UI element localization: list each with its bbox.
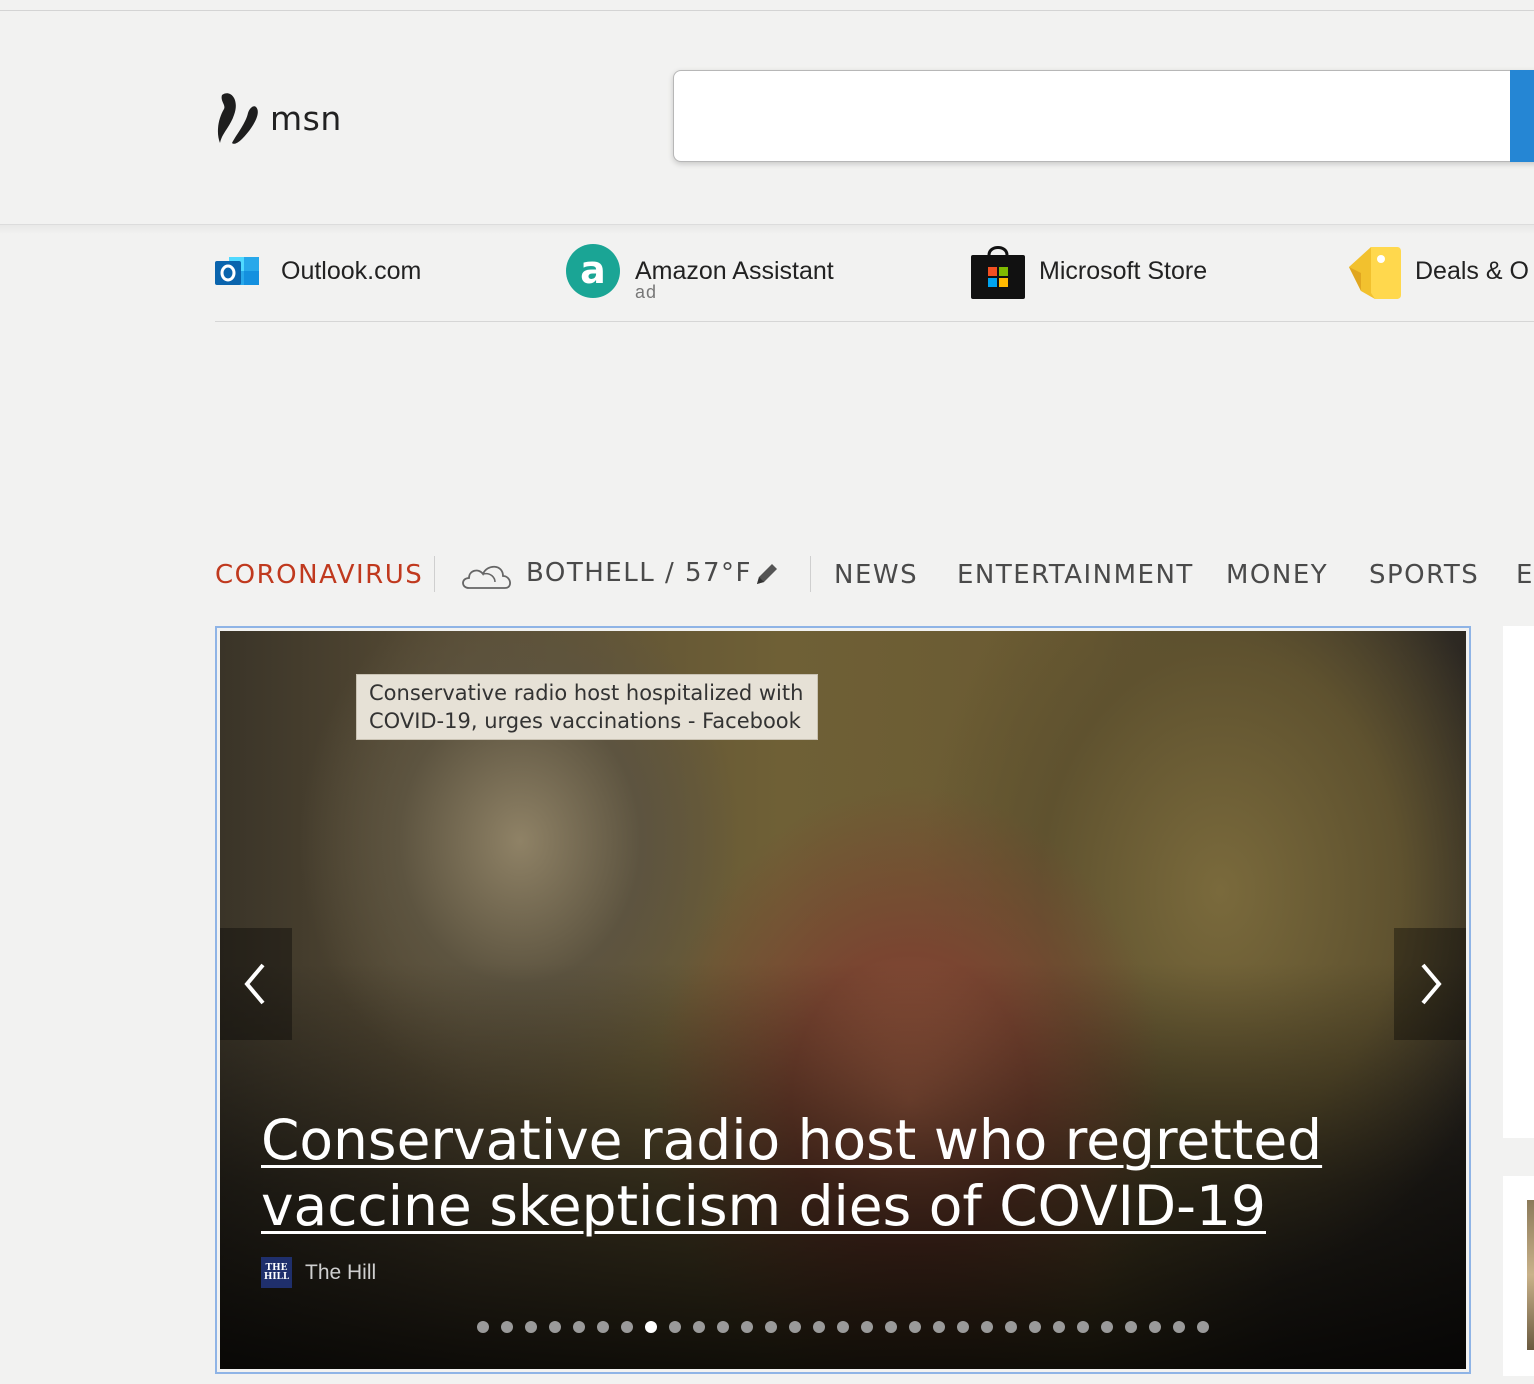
- side-card-thumbnail: [1527, 1200, 1534, 1350]
- hero-carousel[interactable]: Conservative radio host hospitalized wit…: [220, 631, 1466, 1369]
- msn-logo[interactable]: msn: [216, 88, 342, 148]
- search-button[interactable]: [1510, 70, 1534, 162]
- carousel-dot[interactable]: [621, 1321, 633, 1333]
- msn-butterfly-icon: [217, 93, 258, 144]
- quick-link-microsoft-store[interactable]: Microsoft Store: [971, 236, 1207, 306]
- chevron-left-icon: [244, 963, 265, 1005]
- carousel-dot[interactable]: [789, 1321, 801, 1333]
- carousel-dot[interactable]: [765, 1321, 777, 1333]
- quick-link-label: Amazon Assistant: [635, 256, 834, 285]
- top-divider: [0, 10, 1534, 11]
- search-box: [673, 70, 1534, 162]
- tooltip-line-2: COVID-19, urges vaccinations - Facebook: [369, 709, 801, 733]
- carousel-dot[interactable]: [861, 1321, 873, 1333]
- logo-text: msn: [270, 98, 342, 138]
- source-name: The Hill: [305, 1260, 377, 1284]
- hero-source[interactable]: THE HILL The Hill: [261, 1257, 376, 1288]
- carousel-prev-button[interactable]: [220, 928, 292, 1040]
- side-card[interactable]: [1503, 626, 1534, 1138]
- quick-link-label: Microsoft Store: [1039, 256, 1208, 285]
- carousel-dot[interactable]: [1125, 1321, 1137, 1333]
- carousel-dot[interactable]: [645, 1321, 657, 1333]
- nav-more[interactable]: E: [1516, 560, 1534, 590]
- nav-news[interactable]: NEWS: [834, 560, 918, 590]
- hero-headline-link[interactable]: Conservative radio host who regretted va…: [261, 1107, 1431, 1239]
- amazon-icon: a: [566, 244, 620, 298]
- nav-sports[interactable]: SPORTS: [1369, 560, 1479, 590]
- deals-tag-icon: [1349, 247, 1401, 299]
- carousel-dot[interactable]: [741, 1321, 753, 1333]
- quick-link-label: Deals & O: [1415, 256, 1529, 285]
- nav-entertainment[interactable]: ENTERTAINMENT: [957, 560, 1194, 590]
- top-nav: CORONAVIRUS BOTHELL / 57°F NEWS ENTERTAI…: [215, 552, 1534, 598]
- carousel-next-button[interactable]: [1394, 928, 1466, 1040]
- search-input[interactable]: [690, 91, 1490, 141]
- carousel-dot[interactable]: [717, 1321, 729, 1333]
- carousel-dot[interactable]: [957, 1321, 969, 1333]
- header-separator: [0, 224, 1534, 234]
- carousel-dot[interactable]: [573, 1321, 585, 1333]
- edit-pencil-icon[interactable]: [753, 560, 781, 588]
- carousel-dot[interactable]: [1029, 1321, 1041, 1333]
- chevron-right-icon: [1421, 963, 1442, 1005]
- carousel-dot[interactable]: [1149, 1321, 1161, 1333]
- carousel-dot[interactable]: [933, 1321, 945, 1333]
- svg-text:a: a: [580, 248, 606, 292]
- carousel-dot[interactable]: [549, 1321, 561, 1333]
- microsoft-store-icon: [971, 246, 1025, 299]
- quick-link-deals[interactable]: Deals & O: [1347, 236, 1529, 306]
- the-hill-logo: THE HILL: [261, 1257, 292, 1288]
- carousel-dot[interactable]: [669, 1321, 681, 1333]
- carousel-dot[interactable]: [837, 1321, 849, 1333]
- quick-links-bar: Outlook.com a Amazon Assistant ad Micros…: [215, 236, 1534, 322]
- carousel-dot[interactable]: [693, 1321, 705, 1333]
- carousel-dot[interactable]: [1173, 1321, 1185, 1333]
- cloudy-weather-icon: [462, 565, 511, 589]
- carousel-dot[interactable]: [1005, 1321, 1017, 1333]
- ad-label: ad: [635, 282, 658, 302]
- nav-money[interactable]: MONEY: [1226, 560, 1328, 590]
- hero-image-shade: [220, 631, 1466, 1369]
- carousel-dot[interactable]: [1101, 1321, 1113, 1333]
- nav-coronavirus[interactable]: CORONAVIRUS: [215, 560, 423, 590]
- carousel-dot[interactable]: [909, 1321, 921, 1333]
- quick-link-outlook[interactable]: Outlook.com: [215, 236, 421, 306]
- carousel-dots: [477, 1321, 1221, 1335]
- carousel-dot[interactable]: [525, 1321, 537, 1333]
- carousel-dot[interactable]: [1077, 1321, 1089, 1333]
- quick-link-label: Outlook.com: [281, 256, 422, 285]
- nav-divider: [810, 556, 811, 592]
- carousel-dot[interactable]: [477, 1321, 489, 1333]
- carousel-dot[interactable]: [1053, 1321, 1065, 1333]
- outlook-icon: [215, 257, 259, 285]
- tooltip-line-1: Conservative radio host hospitalized wit…: [369, 681, 804, 705]
- carousel-dot[interactable]: [1197, 1321, 1209, 1333]
- nav-divider: [434, 556, 435, 592]
- hero-tooltip: Conservative radio host hospitalized wit…: [356, 674, 819, 740]
- carousel-dot[interactable]: [885, 1321, 897, 1333]
- nav-weather[interactable]: BOTHELL / 57°F: [526, 558, 752, 588]
- carousel-dot[interactable]: [597, 1321, 609, 1333]
- quick-link-amazon-assistant[interactable]: a Amazon Assistant ad: [565, 236, 834, 306]
- carousel-dot[interactable]: [813, 1321, 825, 1333]
- carousel-dot[interactable]: [981, 1321, 993, 1333]
- carousel-dot[interactable]: [501, 1321, 513, 1333]
